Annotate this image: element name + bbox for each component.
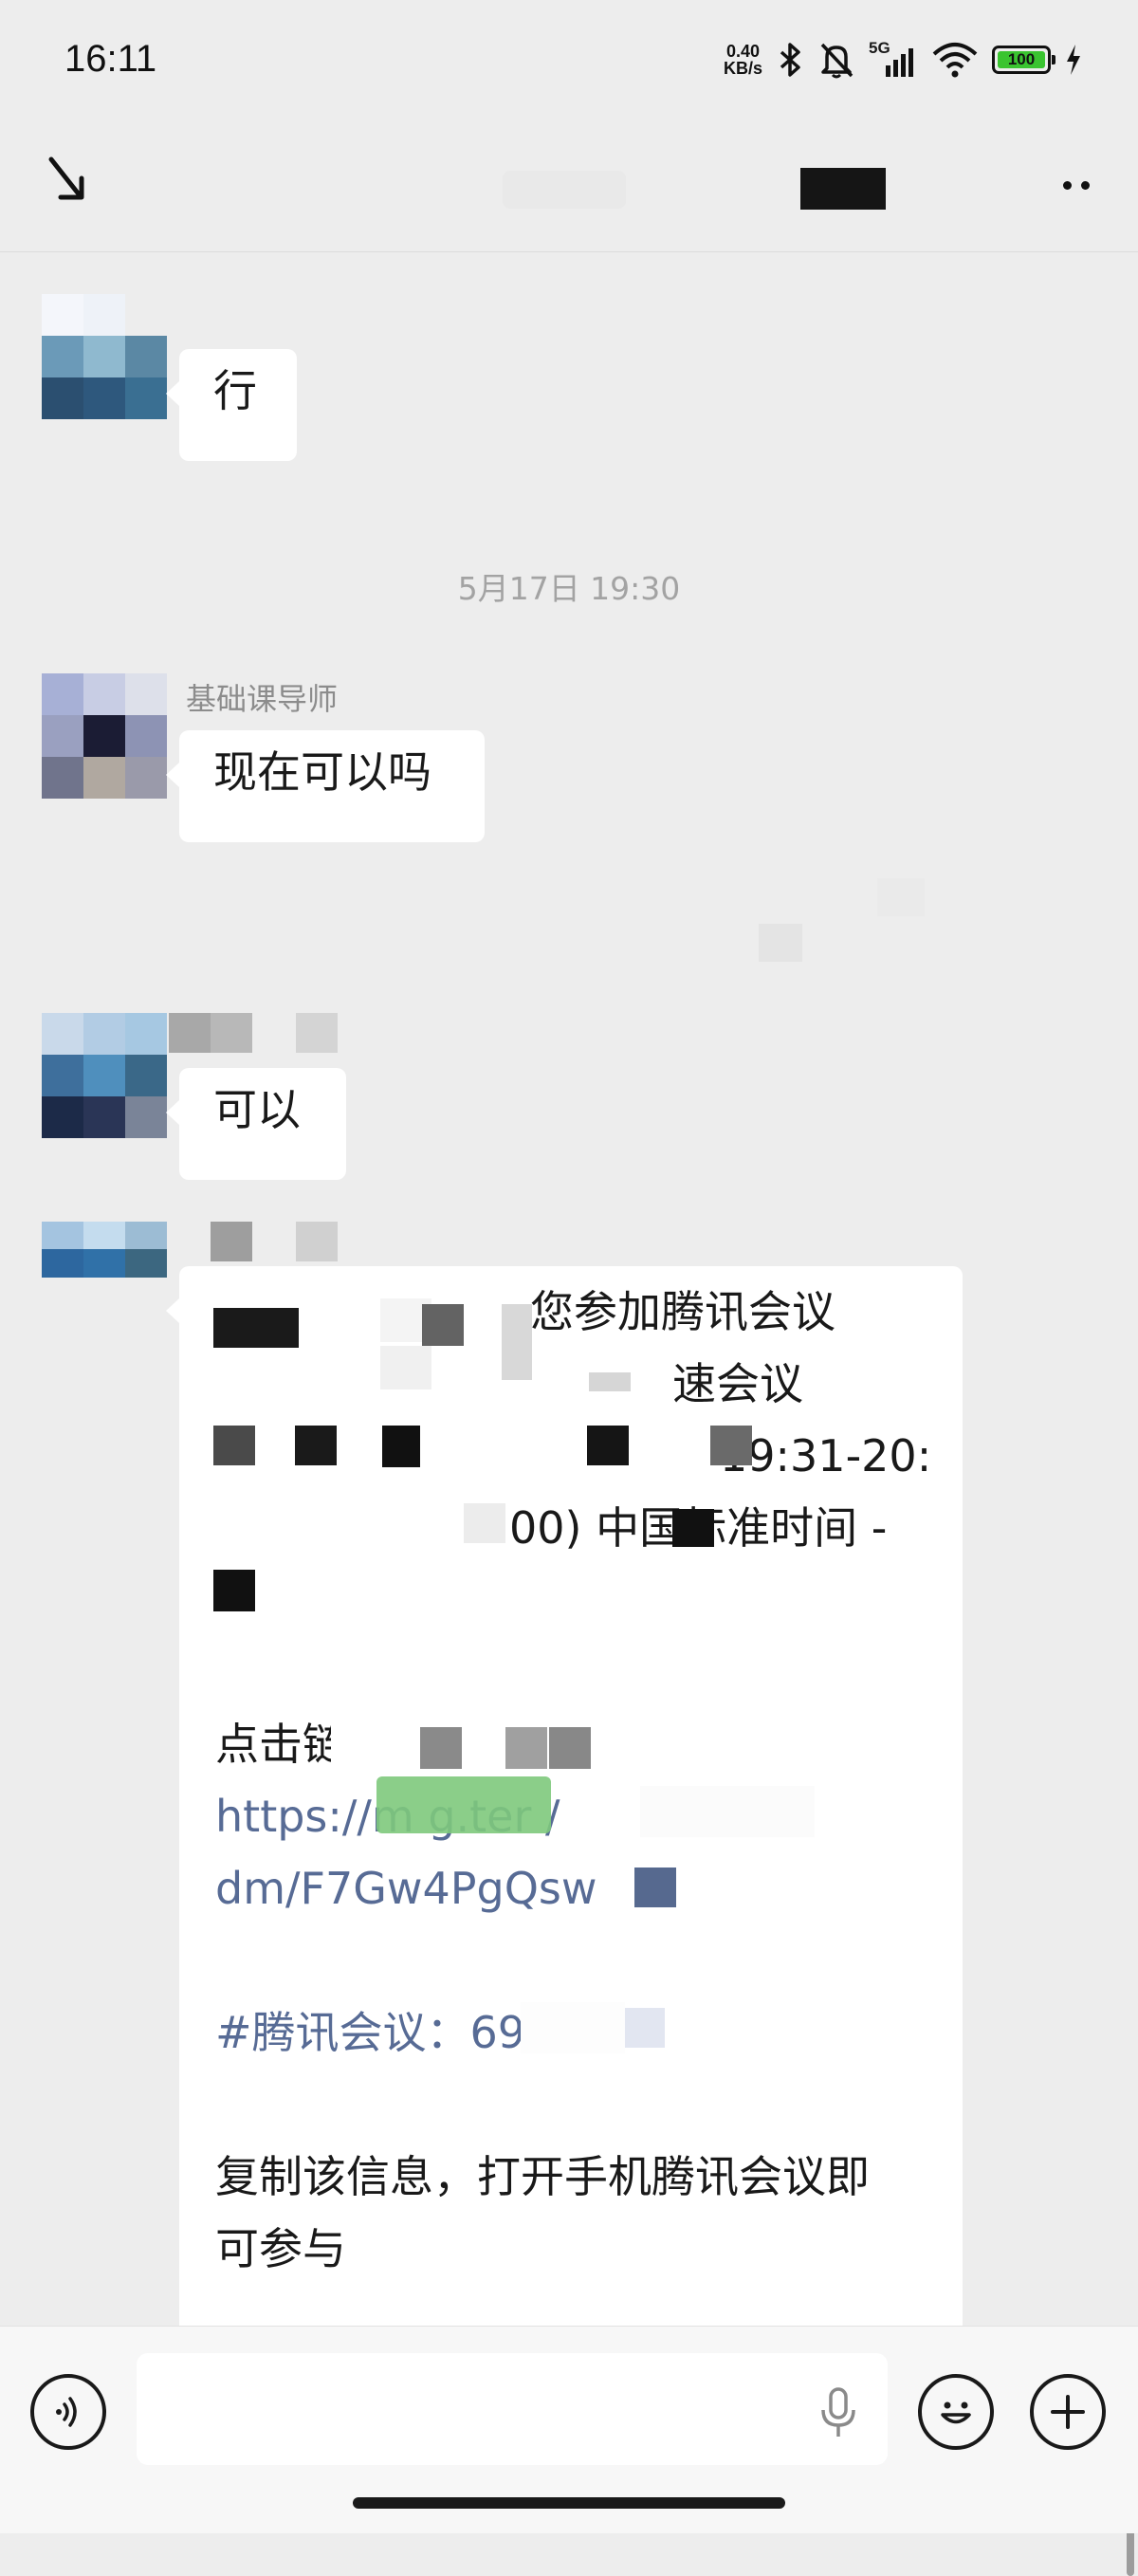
voice-mode-button[interactable] <box>30 2374 106 2450</box>
battery-icon: 100 <box>992 46 1055 74</box>
redaction-block <box>759 924 802 962</box>
net-speed: 0.40 KB/s <box>724 43 762 77</box>
redaction-block <box>634 1868 676 1907</box>
back-button[interactable] <box>38 150 106 218</box>
redaction-block <box>549 1727 591 1769</box>
avatar[interactable] <box>42 673 167 799</box>
bluetooth-icon <box>780 43 800 77</box>
chat-message-list[interactable]: 行 5月17日 19:30 基础课导师 现在可以吗 可以 您参加腾讯会议 速会议… <box>0 252 1138 2576</box>
redaction-block <box>380 1346 431 1389</box>
redaction-block <box>213 1570 255 1611</box>
avatar[interactable] <box>42 1013 167 1138</box>
invite-line: 您参加腾讯会议 <box>530 1286 835 1337</box>
net-speed-value: 0.40 <box>725 42 761 61</box>
sender-name: 基础课导师 <box>186 681 339 717</box>
plus-icon <box>1051 2395 1085 2429</box>
message-input[interactable] <box>137 2353 888 2465</box>
plus-button[interactable] <box>1030 2374 1106 2450</box>
redaction-block <box>213 1308 299 1348</box>
wifi-icon <box>932 43 978 78</box>
redaction-block <box>376 1776 551 1833</box>
nav-bar <box>0 123 1138 252</box>
battery-level: 100 <box>998 51 1045 68</box>
message-bubble[interactable]: 行 <box>166 349 297 461</box>
status-time: 16:11 <box>64 38 157 80</box>
redaction-block <box>464 1503 505 1543</box>
redaction-block <box>422 1304 464 1346</box>
meeting-link[interactable]: dm/F7Gw4PgQsw <box>215 1852 597 1924</box>
chat-title-redacted <box>800 168 886 210</box>
title-redaction-fade <box>503 171 626 209</box>
redaction-block <box>295 1426 337 1465</box>
voice-mode-icon <box>56 2397 77 2427</box>
message-text: 可以 <box>213 1084 301 1135</box>
redaction-block <box>382 1426 420 1467</box>
sender-redaction <box>296 1222 338 1261</box>
redaction-block <box>589 1372 631 1391</box>
signal-icon: 5G <box>869 39 918 79</box>
back-arrow-icon <box>48 156 84 200</box>
redaction-block <box>710 1426 752 1465</box>
home-indicator[interactable] <box>353 2497 785 2509</box>
sender-redaction <box>296 1013 338 1053</box>
sender-redaction <box>169 1013 211 1053</box>
redaction-block <box>672 1509 714 1547</box>
charging-icon <box>1067 45 1080 75</box>
redaction-block <box>877 878 925 916</box>
redaction-block <box>623 2008 665 2048</box>
avatar[interactable] <box>42 1222 167 1305</box>
avatar[interactable] <box>42 294 167 419</box>
redaction-block <box>587 1426 629 1465</box>
sender-redaction <box>211 1222 252 1261</box>
invite-line: 速会议 <box>672 1358 803 1409</box>
more-icon <box>1063 180 1072 190</box>
emoji-icon <box>941 2401 971 2424</box>
status-bar: 16:11 0.40 KB/s 5G 100 <box>0 0 1138 123</box>
redaction-block <box>521 2002 625 2053</box>
microphone-icon <box>821 2387 855 2437</box>
microphone-button[interactable] <box>816 2385 861 2440</box>
sender-redaction <box>211 1013 252 1053</box>
invite-line: 复制该信息，打开手机腾讯会议即 <box>215 2151 870 2202</box>
redaction-block <box>640 1786 815 1837</box>
emoji-button[interactable] <box>918 2374 994 2450</box>
message-bubble[interactable]: 可以 <box>166 1068 346 1180</box>
invite-line: 可参与 <box>215 2223 346 2274</box>
redaction-block <box>213 1426 255 1465</box>
message-text: 现在可以吗 <box>213 746 431 798</box>
timestamp: 5月17日 19:30 <box>457 570 681 607</box>
more-button[interactable] <box>1043 152 1110 218</box>
status-icons: 0.40 KB/s 5G 100 <box>724 36 1083 83</box>
redaction-block <box>505 1727 547 1769</box>
net-speed-unit: KB/s <box>723 59 762 78</box>
bell-muted-icon <box>820 43 854 79</box>
redaction-block <box>502 1304 532 1380</box>
meeting-invite-bubble[interactable]: 您参加腾讯会议 速会议 19:31-20: 00) 中国标准时间 - 点击链接入… <box>166 1266 963 2355</box>
redaction-block <box>420 1727 462 1769</box>
message-bubble[interactable]: 现在可以吗 <box>166 730 485 842</box>
message-text: 行 <box>213 365 257 416</box>
